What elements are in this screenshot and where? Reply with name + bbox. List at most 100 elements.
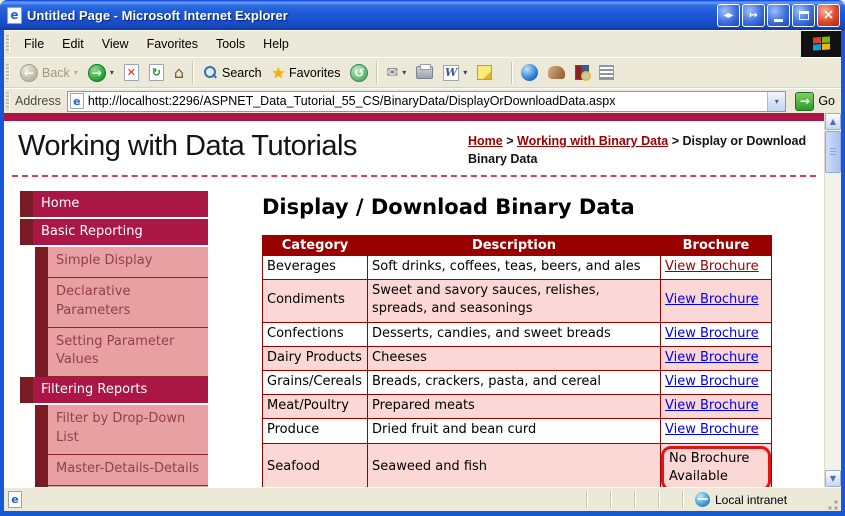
pop-out-button[interactable]: ↦ (742, 4, 765, 27)
view-brochure-link[interactable]: View Brochure (665, 350, 759, 365)
go-arrow-icon: → (795, 92, 814, 111)
favorites-star-icon: ★ (272, 64, 285, 82)
breadcrumb-link-home[interactable]: Home (468, 134, 503, 148)
sidebar-item-home[interactable]: Home (20, 191, 208, 217)
breadcrumb: Home > Working with Binary Data > Displa… (468, 130, 818, 168)
view-brochure-link[interactable]: View Brochure (665, 422, 759, 437)
toolbar-grip[interactable] (6, 64, 10, 82)
stop-button[interactable]: ✕ (119, 62, 144, 83)
close-button[interactable]: × (817, 4, 840, 27)
address-input[interactable]: e http://localhost:2296/ASPNET_Data_Tuto… (67, 91, 786, 112)
brochure-cell: View Brochure (661, 419, 772, 443)
menu-file[interactable]: File (15, 32, 53, 56)
search-icon (202, 65, 218, 81)
view-brochure-link[interactable]: View Brochure (665, 259, 759, 274)
description-cell: Dried fruit and bean curd (368, 419, 661, 443)
sidebar-item-basic-reporting[interactable]: Basic Reporting (20, 219, 208, 245)
web-page: Working with Data Tutorials Home > Worki… (4, 113, 824, 487)
scrollbar-track[interactable] (825, 174, 841, 470)
home-button[interactable]: ⌂ (169, 61, 189, 84)
table-row: Meat/Poultry Prepared meats View Brochur… (263, 395, 772, 419)
sidebar-item-declarative-parameters[interactable]: Declarative Parameters (35, 278, 208, 328)
scrollbar-thumb[interactable] (825, 131, 841, 173)
menu-favorites[interactable]: Favorites (138, 32, 207, 56)
column-header-category: Category (263, 236, 368, 256)
menu-tools[interactable]: Tools (207, 32, 254, 56)
menu-help[interactable]: Help (254, 32, 298, 56)
status-separator (634, 491, 636, 508)
mail-button[interactable]: ✉ ▾ (381, 63, 411, 83)
maximize-button[interactable] (792, 4, 815, 27)
search-label: Search (222, 66, 262, 80)
sidebar-item-simple-display[interactable]: Simple Display (35, 247, 208, 278)
back-button[interactable]: ← Back ▾ (15, 62, 83, 84)
view-brochure-link[interactable]: View Brochure (665, 326, 759, 341)
mail-icon: ✉ (386, 65, 398, 81)
address-dropdown-button[interactable]: ▾ (767, 92, 785, 111)
research-button[interactable] (570, 63, 594, 82)
menubar-grip[interactable] (6, 35, 10, 53)
maximize-icon (799, 11, 809, 20)
page-top-bar (4, 113, 824, 121)
scroll-up-button[interactable]: ▲ (825, 113, 841, 130)
horizontal-arrows-icon: ◂▸ (723, 10, 733, 21)
security-zone: Local intranet (695, 492, 823, 507)
sidebar-item-filtering-reports[interactable]: Filtering Reports (20, 377, 208, 403)
brochure-cell: View Brochure (661, 322, 772, 346)
brochure-cell: View Brochure (661, 280, 772, 322)
keypad-icon (599, 65, 614, 80)
search-button[interactable]: Search (197, 63, 267, 83)
menu-edit[interactable]: Edit (53, 32, 93, 56)
sidebar-accent-strip (20, 219, 33, 245)
sidebar-item-master-details-details[interactable]: Master-Details-Details (35, 455, 208, 486)
vertical-scrollbar: ▲ ▼ (824, 113, 841, 487)
toolbar-separator (376, 62, 378, 84)
refresh-button[interactable]: ↻ (144, 62, 169, 83)
edit-with-word-button[interactable]: W ▾ (438, 63, 472, 83)
minimize-button[interactable] (767, 4, 790, 27)
status-page-icon: e (8, 491, 22, 508)
description-cell: Cheeses (368, 346, 661, 370)
sidebar-navigation: Home Basic Reporting Simple Display (20, 191, 208, 487)
messenger-button[interactable] (516, 62, 543, 83)
go-button[interactable]: → Go (792, 91, 838, 112)
favorites-button[interactable]: ★ Favorites (267, 62, 346, 84)
animal-icon (548, 66, 565, 79)
view-brochure-link[interactable]: View Brochure (665, 292, 759, 307)
table-row: Grains/Cereals Breads, crackers, pasta, … (263, 370, 772, 394)
address-bar: Address e http://localhost:2296/ASPNET_D… (4, 88, 841, 113)
view-brochure-link[interactable]: View Brochure (665, 374, 759, 389)
print-button[interactable] (411, 64, 438, 81)
brochure-cell: View Brochure (661, 256, 772, 280)
sidebar-accent-strip (35, 278, 48, 328)
windows-flag-icon (813, 36, 830, 51)
menu-view[interactable]: View (93, 32, 138, 56)
stop-icon: ✕ (124, 64, 139, 81)
description-cell: Sweet and savory sauces, relishes, sprea… (368, 280, 661, 322)
addressbar-grip[interactable] (6, 92, 10, 110)
page-body: Home Basic Reporting Simple Display (4, 177, 824, 487)
sidebar-item-setting-parameter-values[interactable]: Setting Parameter Values (35, 328, 208, 378)
view-brochure-link[interactable]: View Brochure (665, 398, 759, 413)
toolbar-separator (192, 62, 194, 84)
globe-icon (695, 492, 710, 507)
discuss-button[interactable] (472, 63, 497, 82)
history-button[interactable]: ↺ (345, 62, 373, 84)
extension-button-1[interactable] (543, 64, 570, 81)
horizontal-arrows-button[interactable]: ◂▸ (717, 4, 740, 27)
scroll-down-button[interactable]: ▼ (825, 470, 841, 487)
back-icon: ← (20, 64, 38, 82)
resize-grip[interactable] (827, 499, 839, 511)
sidebar-item-filter-by-drop-down-list[interactable]: Filter by Drop-Down List (35, 405, 208, 455)
forward-button[interactable]: → ▾ (83, 62, 119, 84)
breadcrumb-link-working-with-binary-data[interactable]: Working with Binary Data (517, 134, 668, 148)
sidebar-accent-strip (35, 455, 48, 486)
ie-page-icon: e (7, 7, 22, 24)
sidebar-accent-strip (35, 247, 48, 278)
page-header: Working with Data Tutorials Home > Worki… (4, 121, 824, 172)
extension-button-2[interactable] (594, 63, 619, 82)
description-cell: Breads, crackers, pasta, and cereal (368, 370, 661, 394)
main-content: Display / Download Binary Data Category … (262, 191, 824, 487)
history-icon: ↺ (350, 64, 368, 82)
favorites-label: Favorites (289, 66, 340, 80)
